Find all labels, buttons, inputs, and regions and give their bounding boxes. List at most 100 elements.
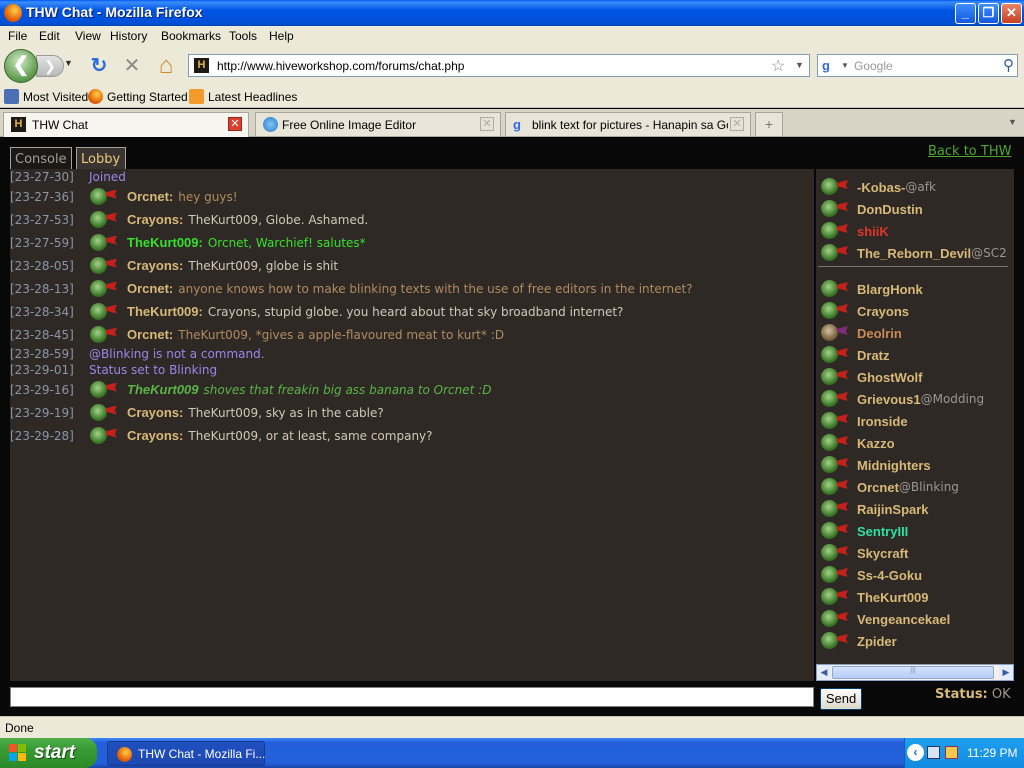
user-list-item[interactable]: RaijinSpark: [820, 499, 929, 519]
user-name[interactable]: SentryIII: [857, 524, 908, 539]
avatar-icon[interactable]: [89, 403, 119, 423]
maximize-button[interactable]: ❐: [978, 3, 999, 24]
message-author[interactable]: Crayons:: [127, 428, 183, 443]
avatar-icon[interactable]: [89, 426, 119, 446]
user-name[interactable]: Zpider: [857, 634, 897, 649]
user-list-item[interactable]: BlargHonk: [820, 279, 923, 299]
user-name[interactable]: Crayons: [857, 304, 909, 319]
user-name[interactable]: Grievous1: [857, 392, 921, 407]
user-list-item[interactable]: Deolrin: [820, 323, 902, 343]
search-engine-dropdown-icon[interactable]: ▼: [841, 61, 849, 70]
avatar-icon[interactable]: [89, 256, 119, 276]
url-text[interactable]: http://www.hiveworkshop.com/forums/chat.…: [217, 59, 464, 73]
message-author[interactable]: TheKurt009:: [127, 235, 203, 250]
scroll-left-icon[interactable]: ◀: [817, 665, 831, 680]
close-button[interactable]: ✕: [1001, 3, 1022, 24]
bookmark-getting-started[interactable]: Getting Started: [107, 90, 188, 104]
user-list-item[interactable]: GhostWolf: [820, 367, 922, 387]
user-name[interactable]: shiiK: [857, 224, 889, 239]
menu-file[interactable]: File: [8, 29, 27, 43]
search-icon[interactable]: ⚲: [1003, 56, 1014, 74]
user-name[interactable]: RaijinSpark: [857, 502, 929, 517]
user-name[interactable]: Skycraft: [857, 546, 908, 561]
avatar-icon[interactable]: [89, 302, 119, 322]
user-name[interactable]: Ss-4-Goku: [857, 568, 922, 583]
message-author[interactable]: Orcnet:: [127, 327, 173, 342]
chat-message-input[interactable]: [10, 687, 814, 707]
menu-edit[interactable]: Edit: [39, 29, 60, 43]
scroll-thumb[interactable]: |||: [832, 666, 994, 679]
bookmark-latest-headlines[interactable]: Latest Headlines: [208, 90, 297, 104]
user-name[interactable]: Midnighters: [857, 458, 931, 473]
send-button[interactable]: Send: [820, 688, 862, 710]
user-name[interactable]: DonDustin: [857, 202, 923, 217]
taskbar-item-firefox[interactable]: THW Chat - Mozilla Fi...: [107, 741, 265, 766]
security-alert-icon[interactable]: [945, 746, 958, 759]
user-name[interactable]: The_Reborn_Devil: [857, 246, 971, 261]
message-author[interactable]: Orcnet:: [127, 189, 173, 204]
user-name[interactable]: Kazzo: [857, 436, 895, 451]
user-name[interactable]: Dratz: [857, 348, 890, 363]
user-name[interactable]: Deolrin: [857, 326, 902, 341]
user-list-item[interactable]: -Kobas- @afk: [820, 177, 936, 197]
user-name[interactable]: Ironside: [857, 414, 908, 429]
user-list-item[interactable]: Kazzo: [820, 433, 895, 453]
user-list-item[interactable]: Ss-4-Goku: [820, 565, 922, 585]
user-name[interactable]: Orcnet: [857, 480, 899, 495]
tab-list-dropdown-icon[interactable]: ▼: [1008, 117, 1017, 127]
url-dropdown-icon[interactable]: ▼: [795, 60, 804, 70]
minimize-button[interactable]: _: [955, 3, 976, 24]
avatar-icon[interactable]: [89, 325, 119, 345]
message-author[interactable]: Crayons:: [127, 212, 183, 227]
tab-google-search[interactable]: g blink text for pictures - Hanapin sa G…: [505, 112, 751, 136]
user-name[interactable]: Vengeancekael: [857, 612, 950, 627]
user-name[interactable]: GhostWolf: [857, 370, 922, 385]
user-list-item[interactable]: Dratz: [820, 345, 890, 365]
google-icon[interactable]: g: [822, 58, 830, 73]
menu-bookmarks[interactable]: Bookmarks: [161, 29, 221, 43]
forward-button[interactable]: ❯: [36, 55, 64, 77]
bookmark-star-icon[interactable]: ☆: [771, 56, 785, 76]
user-list-item[interactable]: Ironside: [820, 411, 908, 431]
avatar-icon[interactable]: [89, 380, 119, 400]
bookmark-most-visited[interactable]: Most Visited: [23, 90, 88, 104]
menu-history[interactable]: History: [110, 29, 147, 43]
menu-tools[interactable]: Tools: [229, 29, 257, 43]
user-list-item[interactable]: Grievous1 @Modding: [820, 389, 984, 409]
message-author[interactable]: TheKurt009:: [127, 304, 203, 319]
new-tab-button[interactable]: +: [755, 112, 783, 136]
show-hidden-icons-icon[interactable]: ‹: [907, 744, 924, 761]
user-list-item[interactable]: Orcnet @Blinking: [820, 477, 959, 497]
message-author[interactable]: Orcnet:: [127, 281, 173, 296]
avatar-icon[interactable]: [89, 210, 119, 230]
url-bar[interactable]: H http://www.hiveworkshop.com/forums/cha…: [188, 54, 810, 77]
home-icon[interactable]: ⌂: [155, 54, 177, 78]
avatar-icon[interactable]: [89, 279, 119, 299]
scroll-right-icon[interactable]: ▶: [999, 665, 1013, 680]
user-name[interactable]: BlargHonk: [857, 282, 923, 297]
message-author[interactable]: TheKurt009: [127, 382, 199, 397]
close-tab-icon[interactable]: ✕: [730, 117, 744, 131]
back-to-thw-link[interactable]: Back to THW: [928, 144, 1011, 159]
menu-view[interactable]: View: [75, 29, 101, 43]
tab-image-editor[interactable]: Free Online Image Editor ✕: [255, 112, 501, 136]
user-list-item[interactable]: The_Reborn_Devil @SC2: [820, 243, 1007, 263]
close-tab-icon[interactable]: ✕: [480, 117, 494, 131]
network-icon[interactable]: [927, 746, 940, 759]
user-list-item[interactable]: Skycraft: [820, 543, 908, 563]
back-button[interactable]: ❮: [4, 49, 38, 83]
avatar-icon[interactable]: [89, 187, 119, 207]
user-list-item[interactable]: TheKurt009: [820, 587, 929, 607]
start-button[interactable]: start: [0, 738, 97, 768]
message-author[interactable]: Crayons:: [127, 405, 183, 420]
tab-lobby[interactable]: Lobby: [76, 147, 126, 170]
search-box[interactable]: g ▼ Google ⚲: [817, 54, 1018, 77]
tab-console[interactable]: Console: [10, 147, 72, 170]
reload-icon[interactable]: ↻: [88, 55, 110, 77]
user-name[interactable]: TheKurt009: [857, 590, 929, 605]
user-list-item[interactable]: Vengeancekael: [820, 609, 950, 629]
user-list-item[interactable]: shiiK: [820, 221, 889, 241]
user-list-item[interactable]: Crayons: [820, 301, 909, 321]
history-dropdown-icon[interactable]: ▼: [64, 58, 73, 68]
menu-help[interactable]: Help: [269, 29, 294, 43]
